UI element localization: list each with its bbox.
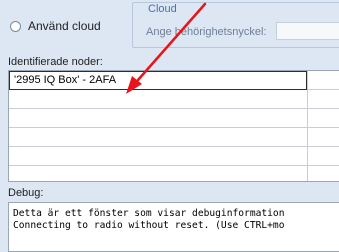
table-row[interactable] [9,128,339,147]
auth-key-input[interactable] [276,22,339,40]
debug-line: Detta är ett fönster som visar debuginfo… [13,208,285,219]
cloud-group-title: Cloud [146,3,179,15]
debug-line: Connecting to radio without reset. (Use … [13,220,285,231]
identified-nodes-label: Identifierade noder: [8,56,103,68]
table-row[interactable]: '2995 IQ Box' - 2AFA [9,71,339,90]
debug-label: Debug: [8,187,44,199]
table-row[interactable] [9,109,339,128]
debug-output[interactable]: Detta är ett fönster som visar debuginfo… [8,202,339,252]
nodes-grid[interactable]: '2995 IQ Box' - 2AFA [8,70,339,182]
table-row[interactable] [9,90,339,109]
use-cloud-radio[interactable]: Använd cloud [10,18,101,34]
use-cloud-label: Använd cloud [28,19,101,33]
node-name-cell: '2995 IQ Box' - 2AFA [14,74,117,86]
auth-key-label: Ange behörighetsnyckel: [146,26,267,38]
table-row[interactable] [9,147,339,166]
radio-circle[interactable] [10,20,21,32]
